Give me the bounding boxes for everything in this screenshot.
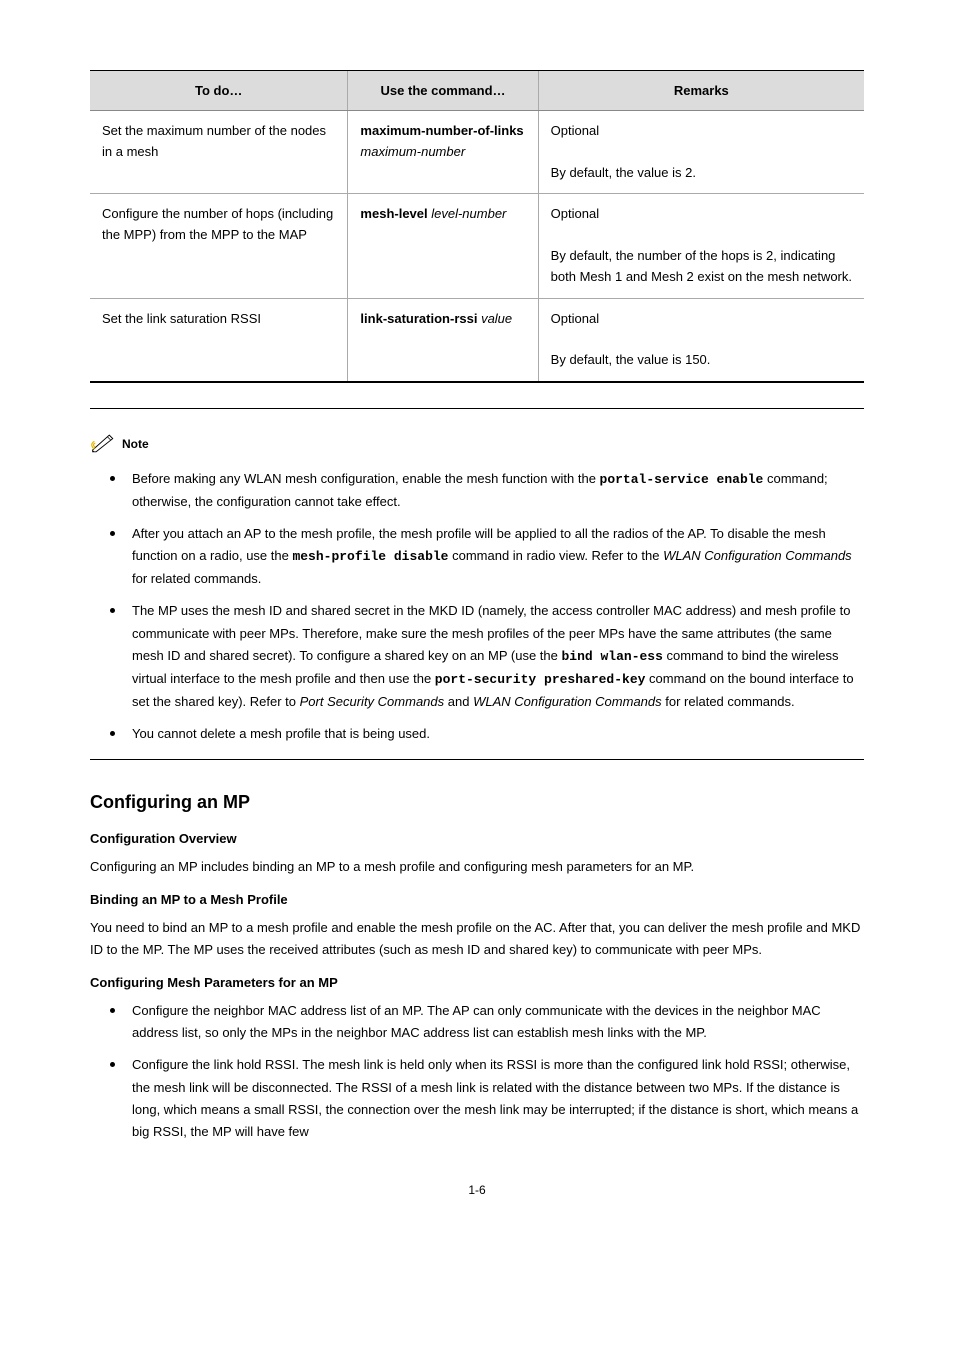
- table-row: Set the link saturation RSSIlink-saturat…: [90, 298, 864, 382]
- section-heading: Configuring an MP: [90, 792, 864, 813]
- list-item: Before making any WLAN mesh configuratio…: [110, 468, 864, 513]
- list-item: The MP uses the mesh ID and shared secre…: [110, 600, 864, 712]
- list-item: After you attach an AP to the mesh profi…: [110, 523, 864, 590]
- table-cell: Configure the number of hops (including …: [90, 194, 348, 298]
- table-row: Configure the number of hops (including …: [90, 194, 864, 298]
- table-header: Remarks: [538, 71, 864, 111]
- page-number: 1-6: [90, 1183, 864, 1197]
- list-item: Configure the link hold RSSI. The mesh l…: [110, 1054, 864, 1142]
- table-header: To do…: [90, 71, 348, 111]
- table-cell: Optional By default, the value is 150.: [538, 298, 864, 382]
- note-callout: Note: [90, 431, 864, 458]
- notes-list: Before making any WLAN mesh configuratio…: [90, 468, 864, 745]
- note-label: Note: [122, 437, 149, 451]
- subheading-mesh-params: Configuring Mesh Parameters for an MP: [90, 975, 864, 990]
- mesh-params-list: Configure the neighbor MAC address list …: [90, 1000, 864, 1143]
- divider: [90, 759, 864, 760]
- subheading-bind: Binding an MP to a Mesh Profile: [90, 892, 864, 907]
- list-item: You cannot delete a mesh profile that is…: [110, 723, 864, 745]
- table-cell: Optional By default, the number of the h…: [538, 194, 864, 298]
- table-cell: Optional By default, the value is 2.: [538, 111, 864, 194]
- table-cell: mesh-level level-number: [348, 194, 538, 298]
- subheading-overview: Configuration Overview: [90, 831, 864, 846]
- table-cell: link-saturation-rssi value: [348, 298, 538, 382]
- table-row: Set the maximum number of the nodes in a…: [90, 111, 864, 194]
- table-header: Use the command…: [348, 71, 538, 111]
- divider: [90, 408, 864, 409]
- paragraph: Configuring an MP includes binding an MP…: [90, 856, 864, 878]
- paragraph: You need to bind an MP to a mesh profile…: [90, 917, 864, 961]
- table-cell: Set the link saturation RSSI: [90, 298, 348, 382]
- config-table: To do… Use the command… Remarks Set the …: [90, 70, 864, 383]
- table-cell: maximum-number-of-links maximum-number: [348, 111, 538, 194]
- list-item: Configure the neighbor MAC address list …: [110, 1000, 864, 1044]
- note-icon: [90, 431, 118, 458]
- table-cell: Set the maximum number of the nodes in a…: [90, 111, 348, 194]
